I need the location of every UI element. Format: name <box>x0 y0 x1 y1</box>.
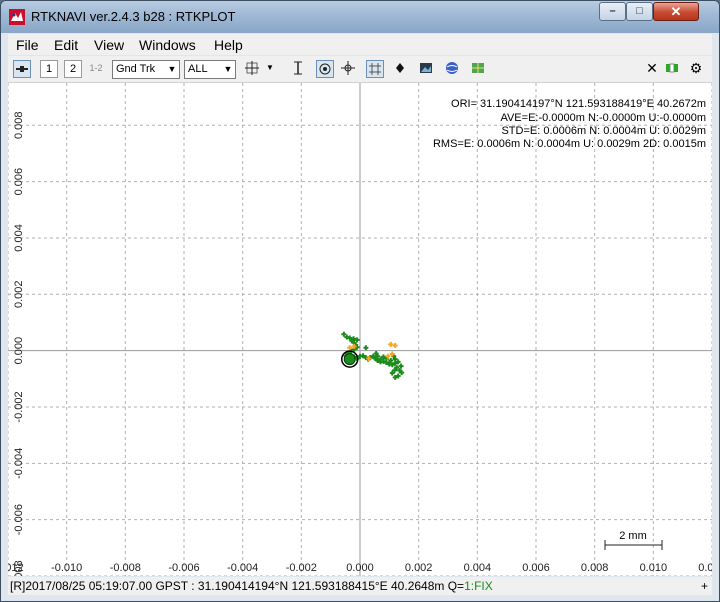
connect-button[interactable] <box>13 60 31 78</box>
x-tick-label: -0.004 <box>227 562 258 574</box>
x-tick-label: 0.010 <box>640 562 668 574</box>
grid-icon <box>369 63 381 75</box>
x-tick-label: 0.008 <box>581 562 609 574</box>
x-tick-label: -0.008 <box>110 562 141 574</box>
y-tick-label: 0.006 <box>13 168 25 196</box>
float-point <box>392 343 398 349</box>
crosshair-box-icon <box>245 61 259 75</box>
title-bar[interactable]: RTKNAVI ver.2.4.3 b28 : RTKPLOT – □ ✕ <box>1 1 719 33</box>
status-quality: 1:FIX <box>464 579 493 593</box>
x-tick-label: -0.006 <box>168 562 199 574</box>
rms-readout: RMS=E: 0.0006m N: 0.0004m U: 0.0029m 2D:… <box>433 138 706 150</box>
origin-dropdown-icon[interactable]: ▼ <box>262 60 278 78</box>
menu-help[interactable]: Help <box>214 37 243 53</box>
fit-vertical-icon <box>294 61 302 75</box>
y-tick-label: 0.000 <box>13 337 25 365</box>
receiver-1-2-button[interactable]: 1-2 <box>88 60 104 78</box>
x-tick-label: -0.010 <box>51 562 82 574</box>
toolbar: 1 2 1-2 Gnd Trk ▼ ALL ▼ ▼ ✕ ⚙ <box>8 56 712 83</box>
x-tick-label: 0.012 <box>698 562 712 574</box>
origin-readout: ORI= 31.190414197°N 121.593188419°E 40.2… <box>451 98 706 110</box>
globe-icon <box>446 62 458 74</box>
show-image-button[interactable] <box>418 60 434 78</box>
menu-view[interactable]: View <box>94 37 124 53</box>
show-grid-map-button[interactable] <box>470 60 486 78</box>
chevron-down-icon: ▼ <box>167 64 177 74</box>
y-tick-label: 0.004 <box>13 224 25 252</box>
connect-icon <box>16 66 28 72</box>
x-tick-label: 0.006 <box>522 562 550 574</box>
status-plus: + <box>700 579 708 593</box>
rtkplot-window: RTKNAVI ver.2.4.3 b28 : RTKPLOT – □ ✕ Fi… <box>0 0 720 602</box>
menu-bar: File Edit View Windows Help <box>8 34 712 55</box>
fix-point <box>341 331 347 337</box>
image-icon <box>420 63 432 73</box>
ground-track-chart[interactable]: -0.012-0.010-0.008-0.006-0.004-0.0020.00… <box>1 83 719 592</box>
target-icon <box>319 63 331 75</box>
diamond-icon <box>396 63 404 73</box>
minimize-button[interactable]: – <box>599 2 626 21</box>
y-tick-label: -0.002 <box>13 391 25 422</box>
close-icon: ✕ <box>670 4 682 19</box>
show-map-button[interactable] <box>444 60 460 78</box>
satellite-filter-select[interactable]: ALL ▼ <box>184 60 236 79</box>
menu-windows[interactable]: Windows <box>139 37 196 53</box>
y-tick-label: 0.008 <box>13 111 25 139</box>
scale-bar-label: 2 mm <box>619 530 647 542</box>
x-tick-label: 0.002 <box>405 562 433 574</box>
center-origin-button[interactable] <box>244 60 260 78</box>
minimize-icon: – <box>609 5 616 17</box>
window-title: RTKNAVI ver.2.4.3 b28 : RTKPLOT <box>31 9 236 24</box>
menu-file[interactable]: File <box>16 37 39 53</box>
receiver-1-button[interactable]: 1 <box>40 60 58 78</box>
close-button[interactable]: ✕ <box>653 2 699 21</box>
x-tick-label: 0.000 <box>346 562 374 574</box>
center-point-icon <box>341 61 355 75</box>
x-tick-label: -0.002 <box>286 562 317 574</box>
show-point-button[interactable] <box>392 60 408 78</box>
clear-button[interactable]: ✕ <box>644 60 660 78</box>
rtkplot-app-icon <box>9 9 25 25</box>
ground-track-plot[interactable]: -0.012-0.010-0.008-0.006-0.004-0.0020.00… <box>1 83 719 592</box>
fit-vertical-button[interactable] <box>290 60 306 78</box>
y-tick-label: 0.002 <box>13 281 25 309</box>
grid-map-icon <box>472 63 484 73</box>
gear-icon[interactable]: ⚙ <box>688 60 704 78</box>
battery-indicator <box>664 60 680 78</box>
maximize-button[interactable]: □ <box>626 2 653 21</box>
std-readout: STD=E: 0.0006m N: 0.0004m U: 0.0029m <box>501 125 706 137</box>
current-position-marker <box>343 353 356 366</box>
float-point <box>388 341 394 347</box>
maximize-icon: □ <box>636 5 643 17</box>
plot-type-value: Gnd Trk <box>116 63 156 75</box>
plot-type-select[interactable]: Gnd Trk ▼ <box>112 60 180 79</box>
y-tick-label: -0.008 <box>13 560 25 576</box>
grid-button[interactable] <box>366 60 384 78</box>
fix-point <box>363 345 369 351</box>
receiver-2-button[interactable]: 2 <box>64 60 82 78</box>
satellite-filter-value: ALL <box>188 63 208 75</box>
y-tick-label: -0.004 <box>13 448 25 479</box>
average-readout: AVE=E:-0.0000m N:-0.0000m U:-0.0000m <box>500 112 706 124</box>
center-point-button[interactable] <box>340 60 356 78</box>
x-tick-label: 0.004 <box>464 562 492 574</box>
show-track-button[interactable] <box>316 60 334 78</box>
chevron-down-icon: ▼ <box>223 64 233 74</box>
status-text: [R]2017/08/25 05:19:07.00 GPST : 31.1904… <box>10 579 493 593</box>
battery-icon <box>666 63 678 73</box>
status-bar: [R]2017/08/25 05:19:07.00 GPST : 31.1904… <box>8 577 712 595</box>
menu-edit[interactable]: Edit <box>54 37 78 53</box>
y-tick-label: -0.006 <box>13 504 25 535</box>
status-position: [R]2017/08/25 05:19:07.00 GPST : 31.1904… <box>10 579 465 593</box>
